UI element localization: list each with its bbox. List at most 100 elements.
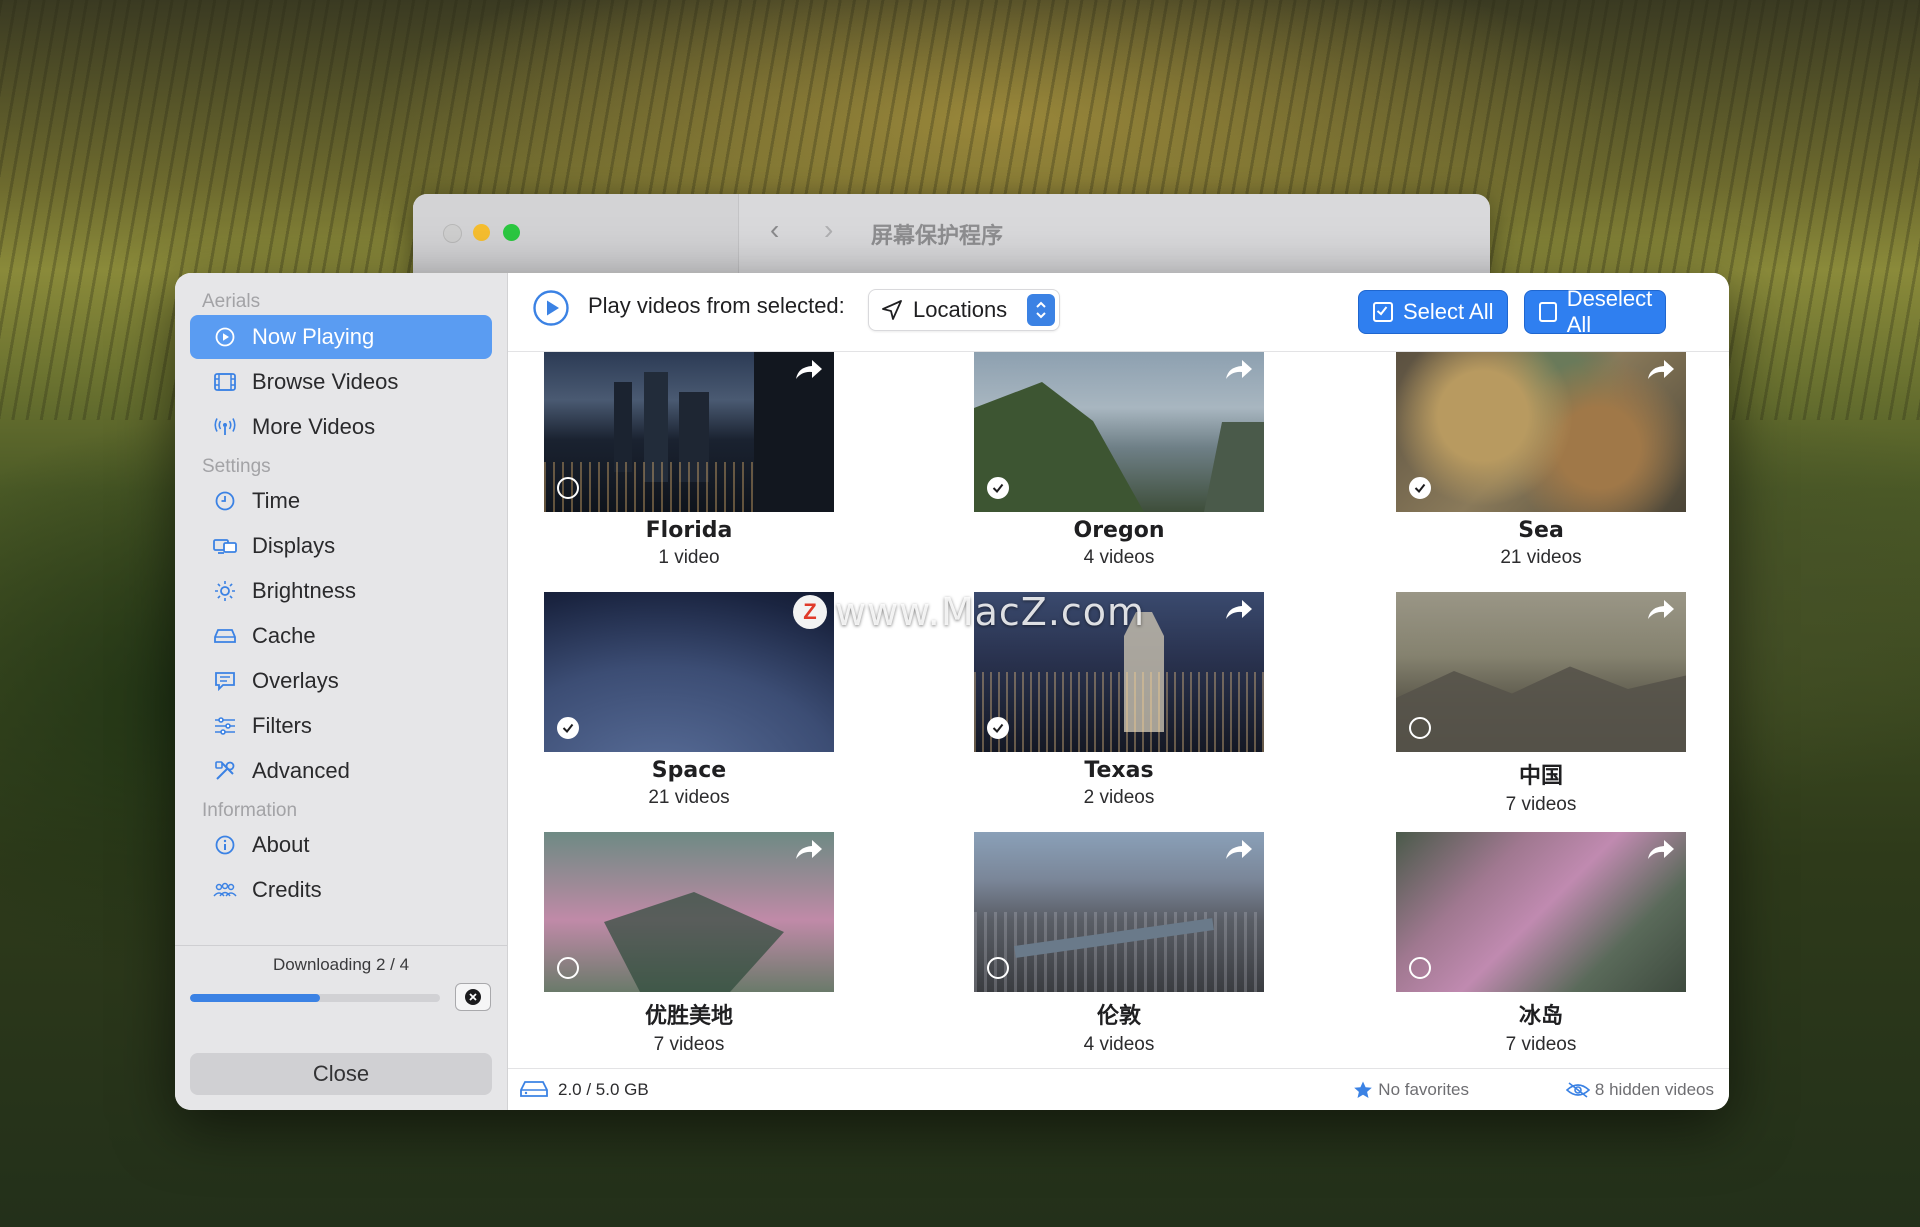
- select-all-label: Select All: [1403, 299, 1494, 324]
- location-card-china[interactable]: 中国 7 videos: [1396, 592, 1686, 816]
- video-count: 7 videos: [653, 1034, 725, 1055]
- video-count: 7 videos: [1505, 794, 1577, 815]
- selection-toggle[interactable]: [557, 717, 579, 739]
- select-all-button[interactable]: Select All: [1358, 290, 1508, 334]
- locations-select[interactable]: Locations: [868, 289, 1060, 331]
- play-button[interactable]: [532, 289, 570, 332]
- thumbnail[interactable]: [544, 592, 834, 752]
- thumbnail[interactable]: [974, 832, 1264, 992]
- sidebar-item-label: About: [252, 832, 310, 857]
- selection-toggle[interactable]: [1409, 957, 1431, 979]
- nav-back-button[interactable]: ‹: [770, 214, 779, 246]
- chevron-up-down-icon: [1027, 294, 1055, 326]
- hidden-videos-label: 8 hidden videos: [1594, 1080, 1714, 1099]
- location-card-london[interactable]: 伦敦 4 videos: [974, 832, 1264, 1056]
- section-information: Information: [202, 800, 298, 821]
- favorites-label: No favorites: [1378, 1080, 1469, 1099]
- share-icon[interactable]: [1224, 838, 1254, 867]
- sidebar-item-cache[interactable]: Cache: [190, 614, 492, 658]
- info-icon: [212, 832, 238, 858]
- broadcast-icon: [212, 414, 238, 440]
- sidebar-item-credits[interactable]: Credits: [190, 868, 492, 912]
- location-title: 伦敦: [1096, 1004, 1141, 1029]
- video-count: 21 videos: [648, 787, 730, 808]
- location-card-florida[interactable]: Florida 1 video: [544, 352, 834, 569]
- sidebar-item-brightness[interactable]: Brightness: [190, 569, 492, 613]
- play-circle-icon: [533, 290, 569, 326]
- video-count: 21 videos: [1500, 547, 1582, 568]
- thumbnail[interactable]: [544, 352, 834, 512]
- clock-icon: [212, 488, 238, 514]
- hidden-videos-status[interactable]: 8 hidden videos: [1565, 1080, 1714, 1100]
- valley-shape: [604, 892, 784, 992]
- sidebar-item-label: Time: [252, 488, 301, 513]
- window-close-button[interactable]: [443, 224, 462, 243]
- sidebar-item-label: Overlays: [252, 668, 339, 693]
- checkmark-icon: [1414, 483, 1426, 494]
- message-icon: [212, 668, 238, 694]
- window-minimize-button[interactable]: [473, 224, 490, 241]
- close-button[interactable]: Close: [190, 1053, 492, 1095]
- download-progress-bar: [190, 994, 440, 1002]
- location-title: 优胜美地: [644, 1004, 733, 1029]
- sidebar-item-filters[interactable]: Filters: [190, 704, 492, 748]
- sidebar-item-more-videos[interactable]: More Videos: [190, 405, 492, 449]
- download-status: Downloading 2 / 4: [272, 955, 410, 974]
- selection-toggle[interactable]: [987, 477, 1009, 499]
- share-icon[interactable]: [1224, 358, 1254, 387]
- city-lights: [974, 672, 1264, 752]
- empty-box-icon: [1539, 302, 1557, 322]
- share-icon[interactable]: [1646, 838, 1676, 867]
- share-icon[interactable]: [1646, 358, 1676, 387]
- video-count: 4 videos: [1083, 547, 1155, 568]
- sidebar: Aerials Now Playing Browse Videos More V…: [175, 273, 508, 1110]
- sidebar-item-label: Displays: [252, 533, 336, 558]
- sidebar-item-browse-videos[interactable]: Browse Videos: [190, 360, 492, 404]
- thumbnail[interactable]: [1396, 352, 1686, 512]
- sidebar-item-advanced[interactable]: Advanced: [190, 749, 492, 793]
- thumbnail[interactable]: [544, 832, 834, 992]
- sliders-icon: [212, 713, 238, 739]
- thumbnail[interactable]: [974, 352, 1264, 512]
- share-icon[interactable]: [794, 838, 824, 867]
- share-icon[interactable]: [1224, 598, 1254, 627]
- nav-forward-button[interactable]: ›: [824, 214, 833, 246]
- aerials-dialog: Aerials Now Playing Browse Videos More V…: [175, 273, 1729, 1110]
- selection-toggle[interactable]: [557, 957, 579, 979]
- location-card-oregon[interactable]: Oregon 4 videos: [974, 352, 1264, 569]
- sidebar-item-label: Cache: [252, 623, 316, 648]
- star-icon: [1354, 1081, 1373, 1098]
- location-card-iceland[interactable]: 冰岛 7 videos: [1396, 832, 1686, 1056]
- selection-toggle[interactable]: [987, 717, 1009, 739]
- selection-toggle[interactable]: [557, 477, 579, 499]
- sidebar-item-displays[interactable]: Displays: [190, 524, 492, 568]
- location-card-space[interactable]: Space 21 videos: [544, 592, 834, 809]
- checkmark-icon: [562, 723, 574, 734]
- cancel-download-button[interactable]: [455, 983, 491, 1011]
- share-icon[interactable]: [794, 358, 824, 387]
- storage-usage: 2.0 / 5.0 GB: [558, 1080, 649, 1099]
- checked-box-icon: [1373, 302, 1393, 322]
- favorites-status[interactable]: No favorites: [1353, 1080, 1469, 1100]
- video-count: 4 videos: [1083, 1034, 1155, 1055]
- share-icon[interactable]: [1646, 598, 1676, 627]
- watermark-text: www.MacZ.com: [835, 590, 1146, 634]
- location-card-yosemite[interactable]: 优胜美地 7 videos: [544, 832, 834, 1056]
- selection-toggle[interactable]: [987, 957, 1009, 979]
- location-card-sea[interactable]: Sea 21 videos: [1396, 352, 1686, 569]
- deselect-all-button[interactable]: Deselect All: [1524, 286, 1666, 337]
- selection-toggle[interactable]: [1409, 477, 1431, 499]
- status-footer: 2.0 / 5.0 GB No favorites 8 hidden video…: [508, 1068, 1729, 1110]
- location-title: 中国: [1518, 764, 1563, 789]
- play-videos-label: Play videos from selected:: [588, 293, 845, 318]
- thumbnail[interactable]: [1396, 832, 1686, 992]
- selection-toggle[interactable]: [1409, 717, 1431, 739]
- sidebar-item-about[interactable]: About: [190, 823, 492, 867]
- sidebar-item-time[interactable]: Time: [190, 479, 492, 523]
- sidebar-item-overlays[interactable]: Overlays: [190, 659, 492, 703]
- sidebar-item-now-playing[interactable]: Now Playing: [190, 315, 492, 359]
- section-settings: Settings: [202, 456, 271, 477]
- window-maximize-button[interactable]: [503, 224, 520, 241]
- thumbnail[interactable]: [1396, 592, 1686, 752]
- film-icon: [212, 369, 238, 395]
